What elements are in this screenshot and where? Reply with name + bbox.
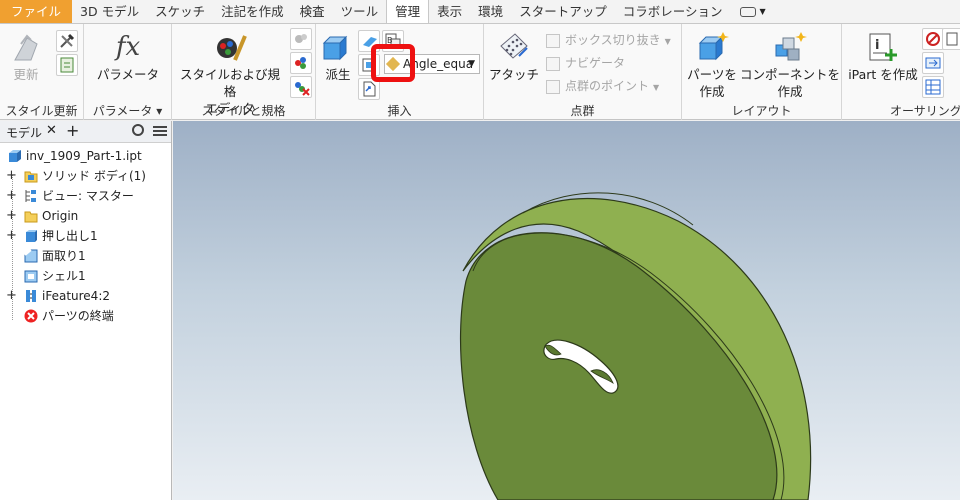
expand-icon[interactable]: + <box>6 286 17 306</box>
make-part-button[interactable]: パーツを 作成 <box>684 30 740 100</box>
box-crop-icon <box>546 33 560 48</box>
expand-icon[interactable]: + <box>6 166 17 186</box>
tab-3d-model[interactable]: 3D モデル <box>72 0 147 23</box>
panel-point-cloud: アタッチ ボックス切り抜き ▼ ナビゲータ 点群のポイント ▼ 点群 <box>484 24 682 120</box>
model-3d-view[interactable] <box>173 121 960 500</box>
folder-icon <box>24 169 38 183</box>
table-icon[interactable] <box>922 76 944 98</box>
points-icon <box>546 79 560 94</box>
tab-view[interactable]: 表示 <box>429 0 470 23</box>
panel-title-layout: レイアウト <box>731 104 792 118</box>
navigator-button[interactable]: ナビゲータ <box>546 53 625 73</box>
derive-icon <box>321 30 355 64</box>
panel-title-authoring: オーサリング <box>890 104 960 118</box>
panel-layout: パーツを 作成 コンポーネントを 作成 レイアウト <box>682 24 842 120</box>
panel-title-insert: 挿入 <box>387 104 412 118</box>
purge-style-icon[interactable] <box>290 76 312 98</box>
panel-title-styles-standards: スタイルと規格 <box>201 104 286 118</box>
view-icon <box>24 189 38 203</box>
expand-icon[interactable]: + <box>6 226 17 246</box>
tab-annotate[interactable]: 注記を作成 <box>213 0 292 23</box>
model-browser: モデル ✕ + inv_1909_Part-1.ipt + ソリッド ボディ(1… <box>0 121 172 500</box>
browser-header: モデル ✕ + <box>0 121 171 143</box>
publish-icon[interactable] <box>922 52 944 74</box>
update-icon <box>9 30 43 64</box>
shell-icon <box>24 269 38 283</box>
tree-item-end-of-part[interactable]: パーツの終端 <box>0 306 172 326</box>
panel-title-point-cloud: 点群 <box>570 104 595 118</box>
panel-parameters: fx パラメータ パラメータ ▾ <box>84 24 172 120</box>
tab-collaborate[interactable]: コラボレーション <box>615 0 731 23</box>
select-icon[interactable] <box>942 28 960 50</box>
tree-item-chamfer[interactable]: 面取り1 <box>0 246 172 266</box>
close-icon[interactable]: ✕ <box>46 123 57 138</box>
chevron-down-icon: ▼ <box>468 59 475 69</box>
panel-styles-standards: スタイルおよび規格 エディタ スタイルと規格 <box>172 24 316 120</box>
ribbon-tab-bar: ファイル 3D モデル スケッチ 注記を作成 検査 ツール 管理 表示 環境 ス… <box>0 0 960 24</box>
svg-text:i: i <box>875 38 879 53</box>
tab-manage[interactable]: 管理 <box>386 0 430 23</box>
graphics-viewport[interactable] <box>173 121 960 500</box>
create-ipart-button[interactable]: i iPart を作成 <box>844 30 922 83</box>
folder-icon <box>24 209 38 223</box>
make-components-icon <box>773 30 807 64</box>
expand-icon[interactable]: + <box>6 206 17 226</box>
menu-icon[interactable] <box>153 126 167 136</box>
search-icon[interactable] <box>132 124 144 136</box>
tab-get-started[interactable]: スタートアップ <box>511 0 615 23</box>
shared-views-icon[interactable] <box>922 28 944 50</box>
tab-tools[interactable]: ツール <box>333 0 387 23</box>
part-icon <box>8 149 22 163</box>
ipart-icon: i <box>866 30 900 64</box>
derive-button[interactable]: 派生 <box>318 30 358 83</box>
tree-item-solid-bodies[interactable]: + ソリッド ボディ(1) <box>0 166 172 186</box>
tree-item-extrusion[interactable]: + 押し出し1 <box>0 226 172 246</box>
chamfer-icon <box>24 249 38 263</box>
end-of-part-icon <box>24 309 38 323</box>
point-cloud-icon <box>497 30 531 64</box>
panel-title-parameters[interactable]: パラメータ ▾ <box>84 102 171 120</box>
ribbon: 更新 スタイル更新 fx パラメータ パラメータ ▾ スタイルおよび規格 エディ… <box>0 24 960 120</box>
navigator-icon <box>546 56 560 71</box>
import-style-icon[interactable] <box>290 28 312 50</box>
style-editor-icon <box>213 30 247 64</box>
box-crop-button[interactable]: ボックス切り抜き ▼ <box>546 30 671 50</box>
tree-item-part[interactable]: inv_1909_Part-1.ipt <box>0 146 172 166</box>
tree-item-ifeature[interactable]: + iFeature4:2 <box>0 286 172 306</box>
panel-options-icon <box>740 6 757 17</box>
make-part-icon <box>695 30 729 64</box>
panel-title-style-update: スタイル更新 <box>5 104 78 118</box>
add-icon[interactable]: + <box>66 121 79 140</box>
parameters-button[interactable]: fx パラメータ <box>90 30 166 83</box>
tab-model[interactable]: モデル <box>6 124 42 141</box>
extrude-icon <box>24 229 38 243</box>
ifeature-icon <box>24 289 38 303</box>
panel-style-update: 更新 スタイル更新 <box>0 24 84 120</box>
tab-inspect[interactable]: 検査 <box>292 0 333 23</box>
tree-item-shell[interactable]: シェル1 <box>0 266 172 286</box>
make-components-button[interactable]: コンポーネントを 作成 <box>740 30 840 100</box>
point-cloud-points-button[interactable]: 点群のポイント ▼ <box>546 76 659 96</box>
tree-item-origin[interactable]: + Origin <box>0 206 172 226</box>
attach-button[interactable]: アタッチ <box>486 30 542 83</box>
highlight-box <box>371 44 415 82</box>
tab-sketch[interactable]: スケッチ <box>147 0 213 23</box>
panel-authoring: i iPart を作成 オーサリング <box>842 24 960 120</box>
update-button[interactable]: 更新 <box>6 30 46 83</box>
tab-environments[interactable]: 環境 <box>470 0 511 23</box>
tab-file[interactable]: ファイル <box>0 0 73 23</box>
fx-icon: fx <box>115 32 141 62</box>
export-style-icon[interactable] <box>290 52 312 74</box>
tools-icon[interactable] <box>56 30 78 52</box>
tree-item-view-master[interactable]: + ビュー: マスター <box>0 186 172 206</box>
expand-icon[interactable]: + <box>6 186 17 206</box>
purge-icon[interactable] <box>56 54 78 76</box>
panel-options-button[interactable]: ▼ <box>730 0 775 23</box>
